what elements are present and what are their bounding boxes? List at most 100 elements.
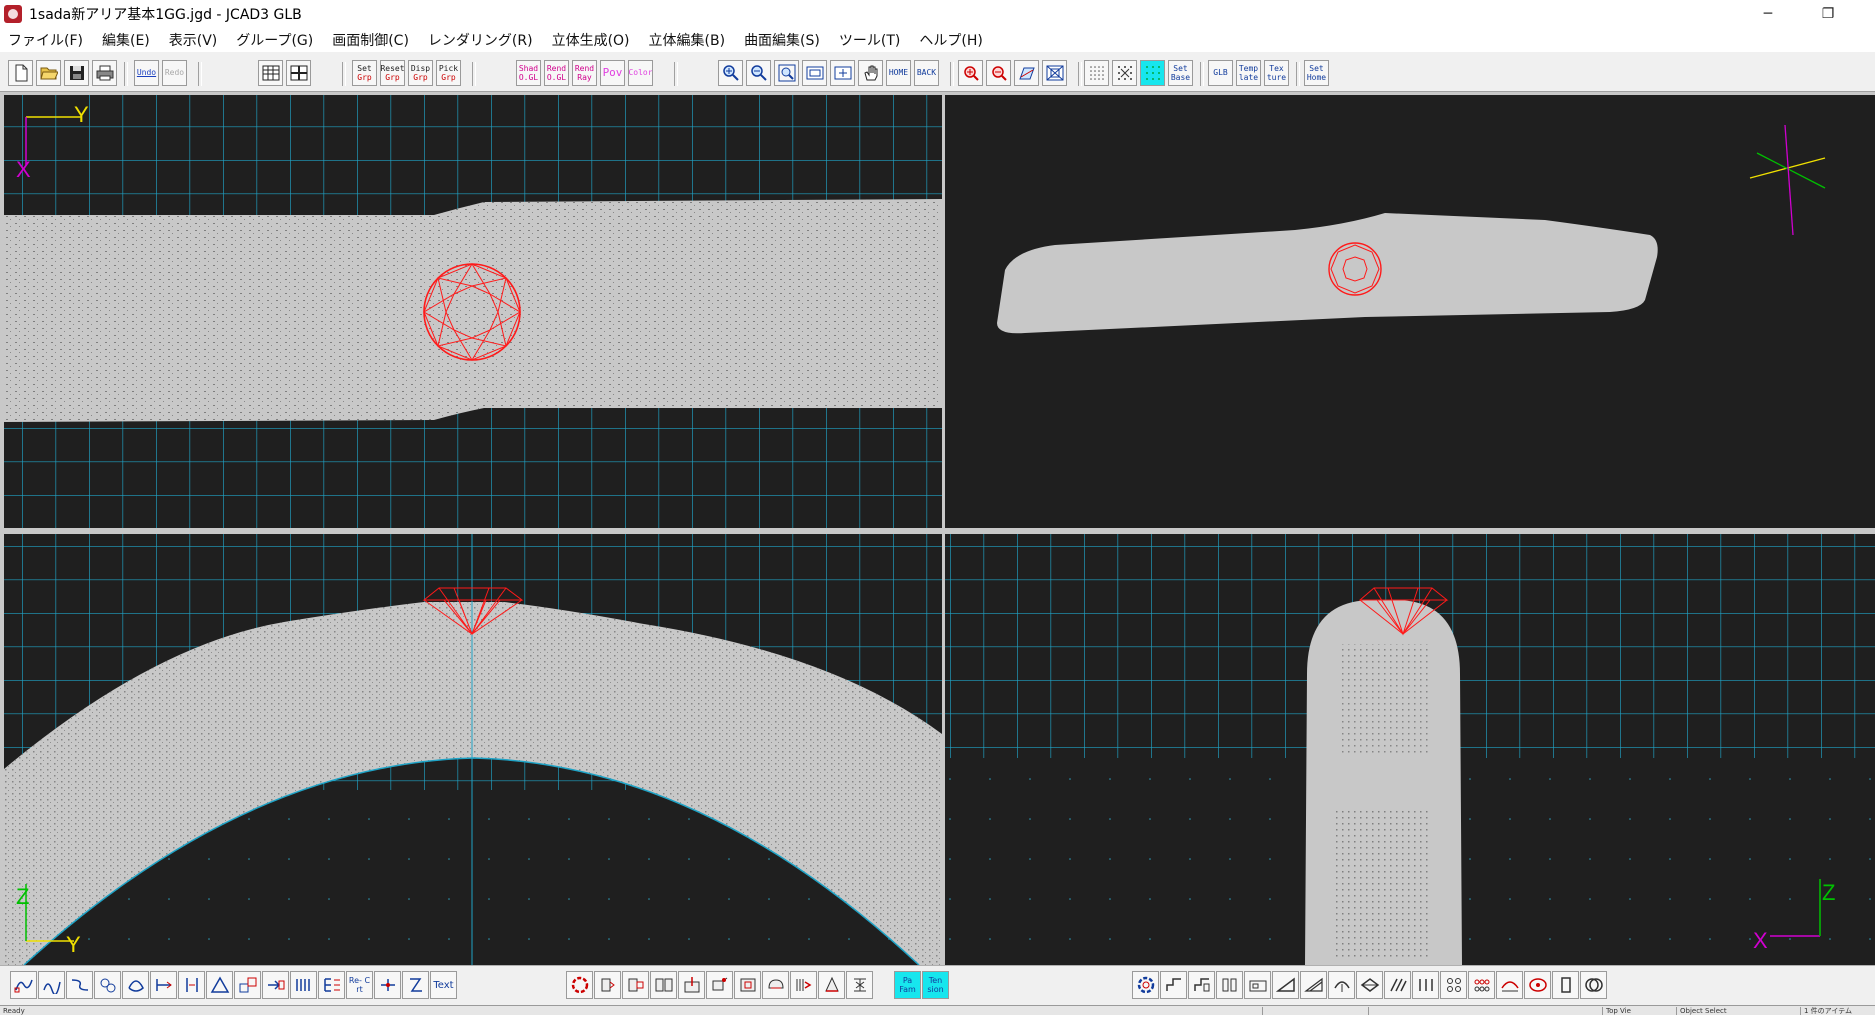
solid-3-icon[interactable] [622, 971, 649, 999]
restore-button[interactable]: ❐ [1805, 0, 1851, 28]
surf-13-icon[interactable] [1468, 971, 1495, 999]
curve-10-icon[interactable] [262, 971, 289, 999]
color-button[interactable]: Color [628, 60, 653, 86]
render-ray-button[interactable]: Rend Ray [572, 60, 597, 86]
perspective-icon[interactable] [1014, 60, 1039, 86]
curve-9-icon[interactable] [234, 971, 261, 999]
menu-rendering[interactable]: レンダリング(R) [428, 30, 533, 50]
menu-screen-control[interactable]: 画面制御(C) [332, 30, 409, 50]
redo-button[interactable]: Redo [162, 60, 187, 86]
viewport-perspective[interactable] [945, 95, 1875, 528]
surf-6-icon[interactable] [1272, 971, 1299, 999]
recreate-button[interactable]: Re- Crt [346, 971, 373, 999]
curve-3-icon[interactable] [66, 971, 93, 999]
app-icon[interactable] [4, 5, 22, 23]
pov-button[interactable]: Pov [600, 60, 625, 86]
zoom-out-icon[interactable] [746, 60, 771, 86]
print-icon[interactable] [92, 60, 117, 86]
frame-icon[interactable] [1042, 60, 1067, 86]
solid-9-icon[interactable] [790, 971, 817, 999]
menu-edit[interactable]: 編集(E) [102, 30, 150, 50]
texture-button[interactable]: Tex ture [1264, 60, 1289, 86]
surf-17-icon[interactable] [1580, 971, 1607, 999]
solid-2-icon[interactable] [594, 971, 621, 999]
solid-8-icon[interactable] [762, 971, 789, 999]
surf-4-icon[interactable] [1216, 971, 1243, 999]
zoom-all-icon[interactable] [802, 60, 827, 86]
menu-group[interactable]: グループ(G) [236, 30, 313, 50]
zoom-in-red-icon[interactable] [958, 60, 983, 86]
surf-10-icon[interactable] [1384, 971, 1411, 999]
menu-solid-edit[interactable]: 立体編集(B) [649, 30, 726, 50]
curve-4-icon[interactable] [94, 971, 121, 999]
menu-help[interactable]: ヘルプ(H) [919, 30, 982, 50]
back-view-button[interactable]: BACK [914, 60, 939, 86]
pan-hand-icon[interactable] [858, 60, 883, 86]
zoom-fit-icon[interactable] [830, 60, 855, 86]
grid-active-icon[interactable] [1140, 60, 1165, 86]
minimize-button[interactable]: ─ [1745, 0, 1791, 28]
surf-5-icon[interactable] [1244, 971, 1271, 999]
curve-1-icon[interactable] [10, 971, 37, 999]
zoom-in-icon[interactable] [718, 60, 743, 86]
glb-button[interactable]: GLB [1208, 60, 1233, 86]
surf-8-icon[interactable] [1328, 971, 1355, 999]
curve-12-icon[interactable] [318, 971, 345, 999]
curve-6-icon[interactable] [150, 971, 177, 999]
set-base-button[interactable]: Set Base [1168, 60, 1193, 86]
viewport-top[interactable]: Y X [4, 95, 942, 528]
grid-snap-icon[interactable] [1112, 60, 1137, 86]
menu-tools[interactable]: ツール(T) [839, 30, 900, 50]
disp-group-button[interactable]: Disp Grp [408, 60, 433, 86]
curve-11-icon[interactable] [290, 971, 317, 999]
curve-7-icon[interactable] [178, 971, 205, 999]
surf-2-icon[interactable] [1160, 971, 1187, 999]
surf-11-icon[interactable] [1412, 971, 1439, 999]
save-disk-icon[interactable] [64, 60, 89, 86]
solid-5-icon[interactable] [678, 971, 705, 999]
home-view-button[interactable]: HOME [886, 60, 911, 86]
surf-9-icon[interactable] [1356, 971, 1383, 999]
menu-file[interactable]: ファイル(F) [8, 30, 83, 50]
template-button[interactable]: Temp late [1236, 60, 1261, 86]
open-folder-icon[interactable] [36, 60, 61, 86]
zoom-out-red-icon[interactable] [986, 60, 1011, 86]
surf-15-icon[interactable] [1524, 971, 1551, 999]
render-ogl-button[interactable]: Rend O.GL [544, 60, 569, 86]
shade-ogl-button[interactable]: Shad O.GL [516, 60, 541, 86]
zoom-window-icon[interactable] [774, 60, 799, 86]
surf-7-icon[interactable] [1300, 971, 1327, 999]
single-view-icon[interactable] [258, 60, 283, 86]
set-group-button[interactable]: Set Grp [352, 60, 377, 86]
surf-16-icon[interactable] [1552, 971, 1579, 999]
text-button[interactable]: Text [430, 971, 457, 999]
curve-8-icon[interactable] [206, 971, 233, 999]
solid-4-icon[interactable] [650, 971, 677, 999]
solid-1-icon[interactable] [566, 971, 593, 999]
menu-view[interactable]: 表示(V) [169, 30, 218, 50]
tension-button[interactable]: Ten sion [922, 971, 949, 999]
surf-12-icon[interactable] [1440, 971, 1467, 999]
surf-1-icon[interactable] [1132, 971, 1159, 999]
viewport-front[interactable]: Y Z [4, 534, 942, 965]
quad-view-icon[interactable] [286, 60, 311, 86]
menu-solid-create[interactable]: 立体生成(O) [552, 30, 630, 50]
solid-6-icon[interactable] [706, 971, 733, 999]
undo-button[interactable]: Undo [134, 60, 159, 86]
surf-3-icon[interactable] [1188, 971, 1215, 999]
solid-7-icon[interactable] [734, 971, 761, 999]
viewport-side[interactable]: X Z [945, 534, 1875, 965]
reset-group-button[interactable]: Reset Grp [380, 60, 405, 86]
pick-group-button[interactable]: Pick Grp [436, 60, 461, 86]
curve-14-icon[interactable] [402, 971, 429, 999]
set-home-button[interactable]: Set Home [1304, 60, 1329, 86]
curve-13-icon[interactable] [374, 971, 401, 999]
surf-14-icon[interactable] [1496, 971, 1523, 999]
solid-10-icon[interactable] [818, 971, 845, 999]
solid-11-icon[interactable] [846, 971, 873, 999]
menu-surface-edit[interactable]: 曲面編集(S) [744, 30, 820, 50]
grid-dots-icon[interactable] [1084, 60, 1109, 86]
pa-fam-button[interactable]: Pa Fam [894, 971, 921, 999]
curve-5-icon[interactable] [122, 971, 149, 999]
curve-2-icon[interactable] [38, 971, 65, 999]
